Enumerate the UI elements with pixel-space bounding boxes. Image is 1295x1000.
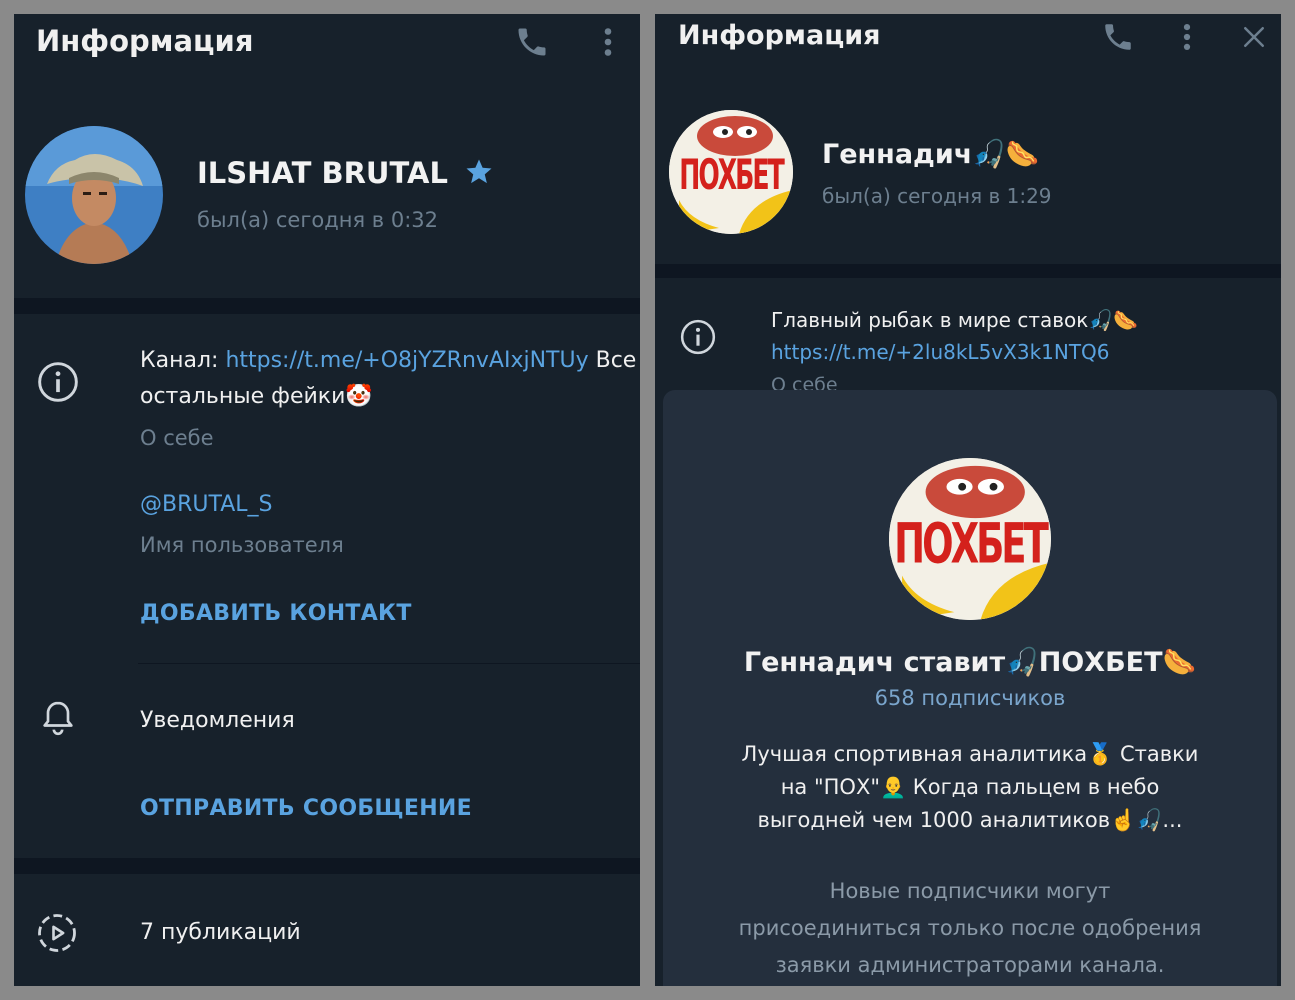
profile-status: был(а) сегодня в 1:29 — [822, 184, 1052, 208]
profile-status: был(а) сегодня в 0:32 — [197, 208, 438, 232]
phone-icon[interactable] — [514, 24, 550, 64]
username-value[interactable]: @BRUTAL_S — [140, 492, 272, 517]
popup-note-line1: Новые подписчики могут — [829, 879, 1111, 903]
popup-note-line3: заявки администраторами канала. — [775, 953, 1165, 977]
bio-text-line1: Канал: https://t.me/+O8jYZRnvAIxjNTUy Вс… — [140, 348, 636, 373]
profile-name-text: ILSHAT BRUTAL — [197, 156, 448, 190]
right-info-panel: Информация ПОХБЕТ Геннадич🎣🌭 был(а) сего… — [655, 14, 1281, 986]
section-divider — [655, 264, 1281, 278]
bio-text-line2: остальные фейки🤡 — [140, 384, 373, 409]
info-icon — [36, 360, 80, 408]
popup-description-line1: Лучшая спортивная аналитика🥇 Ставки — [741, 742, 1199, 766]
popup-avatar-text: ПОХБЕТ — [894, 511, 1049, 576]
left-info-panel: Информация ILSHAT BRUTAL был(а) сегодня … — [14, 14, 640, 986]
channel-avatar[interactable]: ПОХБЕТ — [669, 110, 793, 234]
section-divider — [14, 298, 640, 314]
more-icon[interactable] — [600, 24, 616, 64]
profile-name: Геннадич🎣🌭 — [822, 139, 1040, 170]
profile-name: ILSHAT BRUTAL — [197, 156, 494, 194]
popup-channel-title: Геннадич ставит🎣ПОХБЕТ🌭 — [743, 647, 1197, 678]
bio-prefix: Канал: — [140, 348, 226, 373]
username-label: Имя пользователя — [140, 533, 344, 557]
channel-avatar-text: ПОХБЕТ — [679, 149, 785, 200]
header-title: Информация — [36, 24, 254, 58]
add-contact-button[interactable]: ДОБАВИТЬ КОНТАКТ — [140, 601, 412, 626]
avatar[interactable] — [25, 126, 163, 264]
bio-text: Главный рыбак в мире ставок🎣🌭 — [771, 308, 1139, 332]
section-divider — [14, 858, 640, 874]
publications-label[interactable]: 7 публикаций — [140, 920, 301, 945]
popup-channel-avatar: ПОХБЕТ — [889, 458, 1051, 620]
more-icon[interactable] — [1179, 20, 1195, 58]
send-message-button[interactable]: ОТПРАВИТЬ СООБЩЕНИЕ — [140, 796, 472, 821]
stories-icon — [36, 912, 78, 958]
row-divider — [138, 663, 640, 664]
bio-label: О себе — [140, 426, 214, 450]
bio-suffix: Все — [588, 348, 637, 373]
phone-icon[interactable] — [1101, 20, 1135, 58]
info-icon — [679, 318, 717, 360]
channel-link[interactable]: https://t.me/+2lu8kL5vX3k1NTQ6 — [771, 340, 1110, 364]
channel-link[interactable]: https://t.me/+O8jYZRnvAIxjNTUy — [225, 348, 588, 373]
popup-description-line3: выгодней чем 1000 аналитиков☝️🎣... — [757, 808, 1183, 832]
header-title: Информация — [678, 20, 881, 51]
channel-preview-popup: ПОХБЕТ Геннадич ставит🎣ПОХБЕТ🌭 658 подпи… — [663, 390, 1277, 986]
star-icon — [464, 157, 494, 194]
popup-note-line2: присоединиться только после одобрения — [738, 916, 1202, 940]
popup-subscribers: 658 подписчиков — [874, 686, 1066, 710]
close-icon[interactable] — [1239, 22, 1269, 56]
notifications-label[interactable]: Уведомления — [140, 708, 295, 733]
popup-description-line2: на "ПОХ"👨‍🦲 Когда пальцем в небо — [780, 775, 1160, 799]
bell-icon — [38, 698, 78, 742]
